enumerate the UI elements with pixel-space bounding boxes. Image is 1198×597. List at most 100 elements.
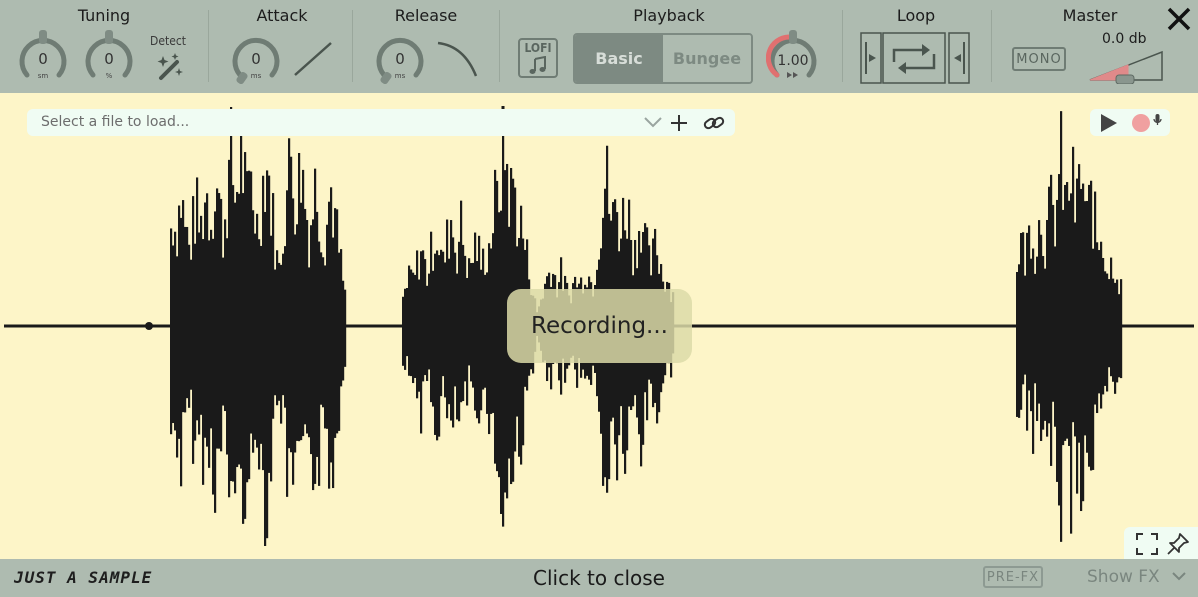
waveform-bar (286, 190, 289, 497)
fullscreen-icon[interactable] (1136, 533, 1158, 555)
waveform-bar (256, 213, 259, 448)
waveform-bar (1090, 180, 1093, 471)
waveform-bar (312, 219, 315, 491)
waveform-bar (1034, 273, 1037, 384)
waveform-bar (484, 274, 487, 388)
waveform-bar (232, 185, 235, 482)
waveform-bar (474, 232, 477, 411)
waveform-bar (234, 202, 237, 494)
waveform-bar (1038, 220, 1041, 404)
waveform-bar (410, 269, 413, 377)
waveform-bar (210, 229, 213, 429)
waveform-bar (258, 239, 261, 470)
waveform-bar (1054, 246, 1057, 427)
mono-toggle-button[interactable]: MONO (1012, 47, 1066, 71)
waveform-bar (272, 193, 275, 419)
waveform-bar (1052, 204, 1055, 402)
waveform-bar (220, 198, 223, 452)
waveform-bar (262, 175, 265, 471)
waveform-bar (470, 263, 473, 382)
waveform-bar (1078, 164, 1081, 443)
release-knob[interactable]: 0 ms (373, 30, 427, 84)
waveform-bar (424, 259, 427, 376)
waveform-bar (1098, 250, 1101, 394)
waveform-bar (1120, 279, 1123, 379)
waveform-bar (418, 279, 421, 392)
waveform-bar (292, 198, 295, 485)
waveform-bar (178, 205, 181, 439)
file-load-bar[interactable]: Select a file to load... (27, 109, 735, 136)
mode-basic-button[interactable]: Basic (575, 35, 663, 82)
loop-start-button[interactable] (860, 32, 882, 84)
view-controls (1124, 527, 1198, 559)
waveform-bar (1058, 174, 1061, 506)
waveform-bar (440, 249, 443, 397)
prefx-toggle-button[interactable]: PRE-FX (983, 566, 1043, 588)
release-section-title: Release (394, 6, 458, 25)
mode-bungee-button[interactable]: Bungee (663, 35, 751, 82)
waveform-bar (170, 228, 173, 435)
waveform-bar (432, 270, 435, 407)
tuning-semitone-knob[interactable]: 0 sm (16, 30, 70, 84)
tuning-percent-unit: % (106, 72, 113, 80)
close-icon[interactable] (1164, 4, 1194, 34)
tuning-percent-knob[interactable]: 0 % (82, 30, 136, 84)
waveform-bar (1066, 182, 1069, 439)
master-section-title: Master (1062, 6, 1118, 25)
waveform-bar (318, 241, 321, 486)
waveform-bar (276, 250, 279, 406)
master-gain-handle[interactable] (1115, 74, 1135, 84)
waveform-bar (306, 220, 309, 434)
pin-icon[interactable] (1166, 532, 1190, 556)
release-curve-icon[interactable] (436, 40, 478, 78)
section-divider (499, 10, 500, 82)
play-icon[interactable] (1099, 113, 1119, 133)
loop-toggle-button[interactable] (882, 32, 946, 84)
waveform-bar (340, 249, 343, 387)
waveform-bar (414, 274, 417, 378)
music-note-icon (529, 56, 546, 74)
click-to-close-text[interactable]: Click to close (533, 566, 665, 590)
attack-unit: ms (251, 72, 262, 80)
waveform-bar (500, 210, 503, 514)
playback-speed-knob[interactable]: 1.00 (766, 30, 820, 84)
waveform-bar (206, 193, 209, 447)
waveform-bar (198, 232, 201, 435)
section-divider (208, 10, 209, 82)
waveform-bar (422, 250, 425, 382)
magic-wand-icon[interactable] (155, 52, 185, 82)
master-gain-slider[interactable] (1086, 48, 1166, 84)
waveform-bar (316, 211, 319, 457)
link-icon[interactable] (703, 114, 725, 132)
waveform-bar (216, 188, 219, 449)
waveform-bar (486, 272, 489, 414)
show-fx-toggle[interactable]: Show FX (1087, 567, 1187, 587)
recording-status-text: Recording... (531, 313, 668, 339)
playback-speed-value: 1.00 (777, 53, 808, 69)
attack-knob[interactable]: 0 ms (229, 30, 283, 84)
record-mic-icon[interactable] (1130, 112, 1162, 134)
file-select-placeholder[interactable]: Select a file to load... (41, 114, 189, 130)
waveform-bar (478, 235, 481, 424)
add-file-icon[interactable] (670, 114, 688, 132)
waveform-bar (408, 265, 411, 376)
waveform-bar (344, 289, 347, 367)
lofi-toggle-button[interactable]: LOFI (518, 38, 558, 78)
attack-curve-icon[interactable] (292, 40, 334, 78)
waveform-bar (222, 257, 225, 406)
waveform-bar (194, 243, 197, 441)
loop-end-button[interactable] (948, 32, 970, 84)
waveform-bar (266, 170, 269, 539)
waveform-dot (145, 322, 153, 330)
waveform-bar (190, 259, 193, 390)
waveform-bar (196, 177, 199, 421)
playback-section-title: Playback (633, 6, 705, 25)
waveform-bar (224, 219, 227, 412)
waveform-bar (1062, 209, 1065, 446)
chevron-down-icon[interactable] (644, 115, 662, 129)
waveform-bar (1110, 257, 1113, 377)
waveform-bar (1074, 222, 1077, 437)
release-unit: ms (395, 72, 406, 80)
waveform-bar (278, 262, 281, 401)
waveform-bar (322, 257, 325, 408)
